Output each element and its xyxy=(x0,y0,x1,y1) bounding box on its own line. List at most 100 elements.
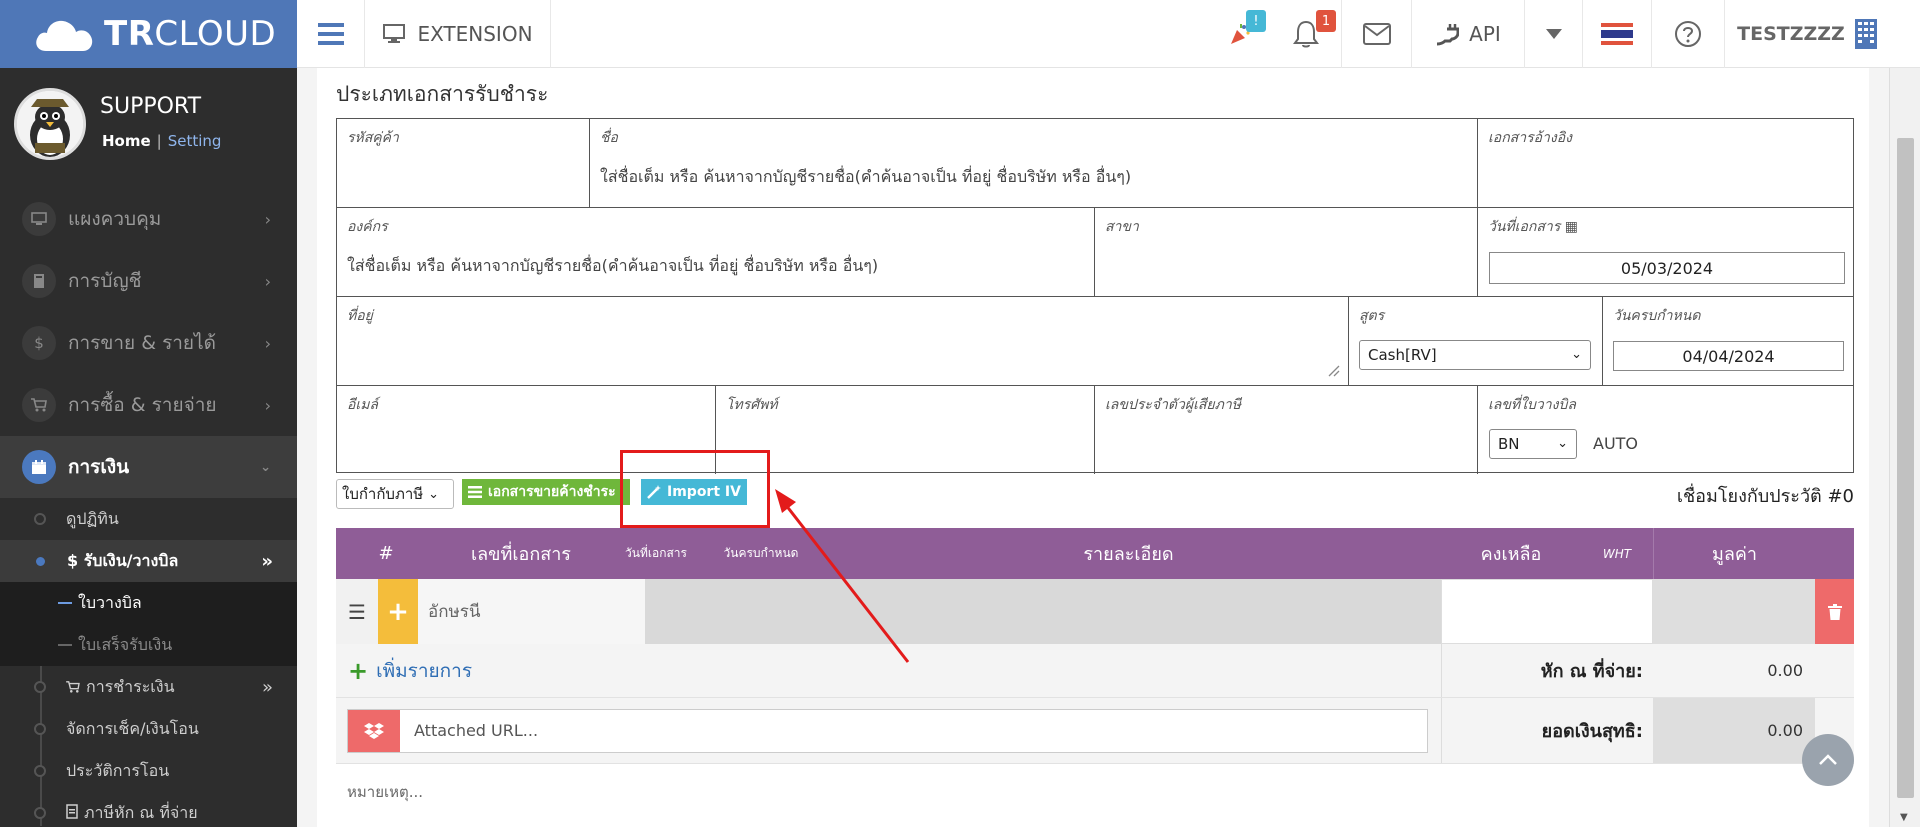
language-selector[interactable] xyxy=(1582,0,1651,68)
due-date-input[interactable]: 04/04/2024 xyxy=(1613,341,1844,371)
link-history-text[interactable]: เชื่อมโยงกับประวัติ #0 xyxy=(1677,481,1854,510)
active-bullet-icon xyxy=(36,556,45,566)
branch-cell[interactable]: สาขา xyxy=(1095,208,1478,297)
logo-text: TRCLOUD xyxy=(104,14,277,54)
sidebar: SUPPORT Home | Setting แผงควบคุม › การบัญช… xyxy=(0,68,297,827)
chevron-right-icon: › xyxy=(264,395,271,415)
vertical-scrollbar[interactable]: ▼ xyxy=(1889,68,1920,827)
formula-select[interactable]: Cash[RV] ⌄ xyxy=(1359,340,1591,370)
row-code-input[interactable]: อักษรนี xyxy=(418,579,645,644)
home-link[interactable]: Home xyxy=(102,132,151,150)
sidebar-sub-cheque[interactable]: จัดการเช็ค/เงินโอน xyxy=(0,708,297,750)
doc-type-select[interactable]: ใบกำกับภาษี ⌄ xyxy=(336,479,454,509)
phone-cell[interactable]: โทรศัพท์ xyxy=(716,386,1095,474)
sidebar-item-label: แผงควบคุม xyxy=(68,208,162,230)
reference-cell[interactable]: เอกสารอ้างอิง xyxy=(1478,119,1854,208)
chevron-down-icon: ⌄ xyxy=(428,486,440,502)
sidebar-item-dashboard[interactable]: แผงควบคุม › xyxy=(0,188,297,250)
avatar[interactable] xyxy=(14,88,86,160)
tax-id-label: เลขประจำตัวผู้เสียภาษี xyxy=(1105,397,1241,413)
announcement-button[interactable]: ! xyxy=(1208,0,1272,68)
resize-handle-icon[interactable] xyxy=(1328,365,1340,377)
mail-icon xyxy=(1362,23,1391,45)
header-value: มูลค่า xyxy=(1653,528,1815,579)
double-chevron-down-icon: » xyxy=(261,550,273,572)
annotation-arrow xyxy=(775,489,910,663)
sidebar-item-accounting[interactable]: การบัญชี › xyxy=(0,250,297,312)
organization-input[interactable]: ใส่ชื่อเต็ม หรือ ค้นหาจากบัญชีรายชื่อ(คำ… xyxy=(347,254,1084,279)
address-label: ที่อยู่ xyxy=(347,308,373,324)
formula-label: สูตร xyxy=(1359,308,1385,324)
tax-id-cell[interactable]: เลขประจำตัวผู้เสียภาษี xyxy=(1095,386,1478,474)
net-total-label: ยอดเงินสุทธิ: xyxy=(1441,698,1653,763)
sidebar-sub-receive[interactable]: $ รับเงิน/วางบิล » xyxy=(0,540,297,582)
chevron-right-icon: › xyxy=(264,333,271,353)
header-balance: คงเหลือ xyxy=(1480,544,1542,565)
sidebar-item-label: การเงิน xyxy=(68,456,130,478)
note-input[interactable]: หมายเหตุ... xyxy=(347,780,423,804)
more-dropdown[interactable] xyxy=(1524,0,1582,68)
main-area: ประเภทเอกสารรับชำระ รหัสคู่ค้า ชื่อ ใส่ช… xyxy=(297,68,1889,827)
scroll-down-arrow-icon[interactable]: ▼ xyxy=(1900,812,1908,823)
extension-menu[interactable]: EXTENSION xyxy=(366,0,551,68)
add-line-button[interactable]: + เพิ่มรายการ xyxy=(348,656,472,686)
top-navbar: TRCLOUD EXTENSION ! 1 API TESTZZZZ xyxy=(0,0,1920,68)
pending-sales-docs-button[interactable]: เอกสารขายค้างชำระ xyxy=(462,479,630,505)
sidebar-sub-label: การชำระเงิน xyxy=(86,676,175,696)
bill-auto-label: AUTO xyxy=(1593,434,1639,453)
dropbox-icon xyxy=(348,710,400,752)
reference-label: เอกสารอ้างอิง xyxy=(1488,130,1572,146)
drag-handle-icon[interactable]: ☰ xyxy=(336,579,378,644)
net-total-value: 0.00 xyxy=(1653,698,1815,763)
user-menu[interactable]: TESTZZZZ xyxy=(1724,0,1889,68)
help-button[interactable] xyxy=(1651,0,1724,68)
app-logo[interactable]: TRCLOUD xyxy=(0,0,297,68)
notifications-button[interactable]: 1 xyxy=(1272,0,1340,68)
notification-count-badge: 1 xyxy=(1316,10,1336,32)
chevron-down-icon: ⌄ xyxy=(1557,436,1568,451)
name-label: ชื่อ xyxy=(600,130,618,146)
delete-row-button[interactable] xyxy=(1815,579,1854,644)
doc-date-input[interactable]: 05/03/2024 xyxy=(1489,252,1845,284)
monitor-icon xyxy=(383,24,406,43)
menu-toggle-button[interactable] xyxy=(297,0,365,68)
bullet-icon xyxy=(34,765,46,777)
messages-button[interactable] xyxy=(1341,0,1411,68)
dash-icon xyxy=(58,644,72,646)
api-menu[interactable]: API xyxy=(1411,0,1524,68)
scrollbar-thumb[interactable] xyxy=(1897,138,1914,798)
bill-prefix-select[interactable]: BN ⌄ xyxy=(1489,429,1577,459)
book-icon xyxy=(22,264,56,298)
name-cell: ชื่อ ใส่ชื่อเต็ม หรือ ค้นหาจากบัญชีรายชื… xyxy=(590,119,1478,208)
plug-icon xyxy=(1437,24,1460,46)
sidebar-subsub-billing-note[interactable]: ใบวางบิล xyxy=(0,582,297,624)
chevron-down-icon: ⌄ xyxy=(260,459,271,475)
add-item-button[interactable]: + xyxy=(378,579,418,644)
address-cell[interactable]: ที่อยู่ xyxy=(337,297,1349,386)
sidebar-sub-calendar[interactable]: ดูปฏิทิน xyxy=(0,498,297,540)
cart-icon xyxy=(22,388,56,422)
page-title: ประเภทเอกสารรับชำระ xyxy=(336,82,549,106)
sidebar-sub-label: ประวัติการโอน xyxy=(66,760,170,780)
bill-number-label: เลขที่ใบวางบิล xyxy=(1488,397,1576,413)
sidebar-item-sales[interactable]: $ การขาย & รายได้ › xyxy=(0,312,297,374)
scroll-to-top-button[interactable] xyxy=(1802,734,1854,786)
sidebar-item-finance[interactable]: การเงิน ⌄ xyxy=(0,436,297,498)
document-form: รหัสคู่ค้า ชื่อ ใส่ชื่อเต็ม หรือ ค้นหาจา… xyxy=(336,118,1854,474)
caret-down-icon xyxy=(1545,29,1562,39)
organization-label: องค์กร xyxy=(347,219,388,235)
sidebar-subsub-receipt[interactable]: ใบเสร็จรับเงิน xyxy=(0,624,297,666)
bullet-icon xyxy=(34,807,46,819)
sidebar-item-purchases[interactable]: การซื้อ & รายจ่าย › xyxy=(0,374,297,436)
name-input[interactable]: ใส่ชื่อเต็ม หรือ ค้นหาจากบัญชีรายชื่อ(คำ… xyxy=(600,165,1467,190)
setting-link[interactable]: Setting xyxy=(168,132,222,150)
content-panel: ประเภทเอกสารรับชำระ รหัสคู่ค้า ชื่อ ใส่ช… xyxy=(317,68,1869,827)
sidebar-sub-transfer-history[interactable]: ประวัติการโอน xyxy=(0,750,297,792)
username-label: TESTZZZZ xyxy=(1737,23,1845,45)
sidebar-sub-withholding[interactable]: ภาษีหัก ณ ที่จ่าย xyxy=(0,792,297,834)
row-balance-input[interactable] xyxy=(1441,579,1653,644)
wht-value: 0.00 xyxy=(1653,644,1815,697)
attached-url-field[interactable]: Attached URL... xyxy=(347,709,1428,753)
sidebar-sub-payment[interactable]: การชำระเงิน » xyxy=(0,666,297,708)
customer-code-cell[interactable]: รหัสคู่ค้า xyxy=(337,119,590,208)
